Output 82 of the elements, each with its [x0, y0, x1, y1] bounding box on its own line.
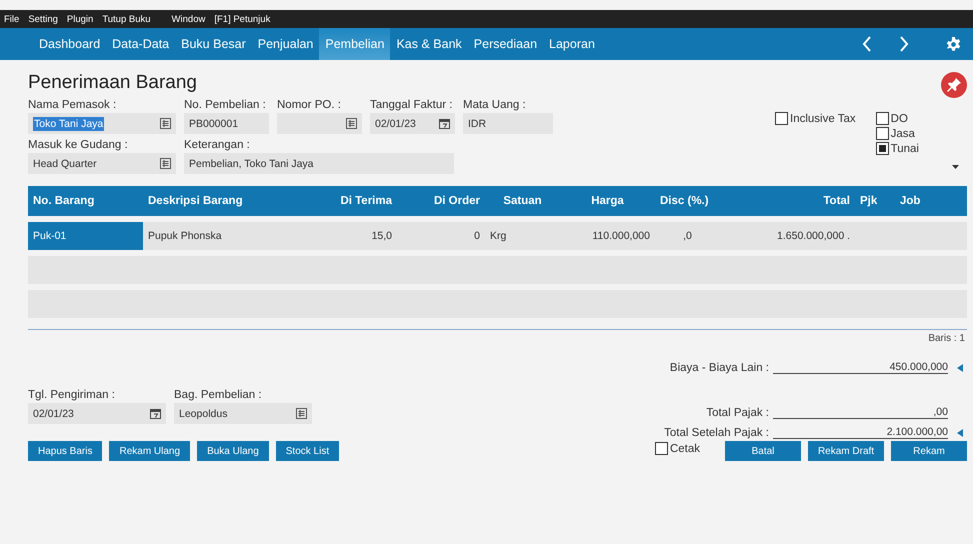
nav-tab[interactable]: Dashboard: [33, 28, 106, 60]
table-cell-text: 0: [473, 229, 481, 244]
nav-tab[interactable]: Persediaan: [468, 28, 544, 60]
nav-tab[interactable]: Laporan: [543, 28, 601, 60]
action-button[interactable]: Batal: [725, 441, 801, 461]
menu-item[interactable]: Setting: [28, 14, 58, 24]
calendar-icon[interactable]: [439, 118, 450, 129]
list-icon[interactable]: [296, 408, 307, 419]
total-value: 2.100.000,00: [773, 426, 948, 439]
input-field[interactable]: 02/01/23: [370, 113, 455, 134]
settings-icon[interactable]: [946, 36, 961, 52]
action-button[interactable]: Rekam: [891, 441, 967, 461]
field-label: Tgl. Pengiriman :: [28, 389, 116, 401]
column-header: Total: [822, 195, 851, 207]
input-field[interactable]: IDR: [463, 113, 553, 134]
forward-icon[interactable]: [899, 36, 909, 52]
column-header: Harga: [590, 195, 625, 207]
action-button[interactable]: Rekam Ulang: [109, 441, 190, 461]
total-label: Total Pajak :: [706, 407, 769, 419]
column-header: Pjk: [859, 195, 878, 207]
column-header: No. Barang: [32, 195, 96, 207]
action-button[interactable]: Stock List: [276, 441, 340, 461]
nav-tab[interactable]: Buku Besar: [175, 28, 252, 60]
column-header: Deskripsi Barang: [147, 195, 244, 207]
list-icon[interactable]: [160, 158, 171, 169]
menu-item[interactable]: Window: [172, 14, 206, 24]
field-label: Tanggal Faktur :: [370, 99, 454, 111]
pointer-icon[interactable]: [956, 364, 962, 372]
menu-item[interactable]: [F1] Petunjuk: [214, 14, 270, 24]
input-field[interactable]: Pembelian, Toko Tani Jaya: [184, 153, 454, 174]
input-field[interactable]: [277, 113, 362, 134]
table-cell-text: Pupuk Phonska: [147, 229, 223, 244]
other-costs-label: Biaya - Biaya Lain :: [670, 362, 769, 374]
field-label: Bag. Pembelian :: [174, 389, 263, 401]
field-label: Mata Uang :: [463, 99, 527, 111]
checkbox[interactable]: Jasa: [876, 127, 919, 140]
checkbox[interactable]: DO: [876, 112, 919, 125]
checkbox[interactable]: Tunai: [876, 142, 919, 155]
input-field[interactable]: 02/01/23: [28, 403, 166, 424]
column-header: Job: [899, 195, 922, 207]
field-label: Keterangan :: [184, 139, 251, 151]
back-icon[interactable]: [862, 36, 872, 52]
pointer-icon[interactable]: [956, 428, 962, 436]
list-icon[interactable]: [346, 118, 357, 129]
table-cell-text: ,0: [682, 229, 693, 244]
input-field[interactable]: Toko Tani Jaya: [28, 113, 176, 134]
form-title: Penerimaan Barang: [28, 72, 198, 94]
menu-item[interactable]: Tutup Buku: [102, 14, 151, 24]
column-header: Di Order: [432, 195, 481, 207]
nav-tab[interactable]: Data-Data: [106, 28, 176, 60]
input-field[interactable]: PB000001: [184, 113, 269, 134]
menu-item[interactable]: Plugin: [66, 14, 94, 24]
action-button[interactable]: Buka Ulang: [197, 441, 269, 461]
column-header: Di Terima: [339, 195, 393, 207]
nav-tab[interactable]: Kas & Bank: [390, 28, 468, 60]
column-header: Satuan: [502, 195, 543, 207]
action-button[interactable]: Hapus Baris: [28, 441, 102, 461]
table-cell-text: Krg: [489, 229, 508, 244]
total-value: ,00: [773, 406, 948, 419]
menu-item[interactable]: File: [4, 14, 20, 24]
field-label: Nomor PO. :: [277, 99, 342, 111]
input-field[interactable]: Leopoldus: [174, 403, 312, 424]
action-button[interactable]: Rekam Draft: [808, 441, 884, 461]
column-header: Disc (%.): [659, 195, 710, 207]
table-cell-text: 15,0: [370, 229, 393, 244]
checkbox[interactable]: Inclusive Tax: [775, 112, 856, 125]
field-label: Masuk ke Gudang :: [28, 139, 129, 151]
dropdown-caret-icon[interactable]: [952, 165, 959, 169]
field-label: No. Pembelian :: [184, 99, 267, 111]
list-icon[interactable]: [160, 118, 171, 129]
row-count: Baris : 1: [928, 333, 965, 344]
field-label: Nama Pemasok :: [28, 99, 118, 111]
input-field[interactable]: Head Quarter: [28, 153, 176, 174]
table-cell-text: 1.650.000,000 .: [776, 229, 851, 244]
checkbox[interactable]: Cetak: [654, 442, 700, 455]
pin-icon[interactable]: [941, 72, 967, 98]
table-cell-text: 110.000,000: [591, 229, 651, 244]
calendar-icon[interactable]: [150, 408, 161, 419]
other-costs-value: 450.000,000: [773, 361, 948, 374]
nav-tab[interactable]: Penjualan: [252, 28, 320, 60]
table-cell: Puk-01: [28, 222, 143, 250]
total-label: Total Setelah Pajak :: [664, 427, 769, 439]
